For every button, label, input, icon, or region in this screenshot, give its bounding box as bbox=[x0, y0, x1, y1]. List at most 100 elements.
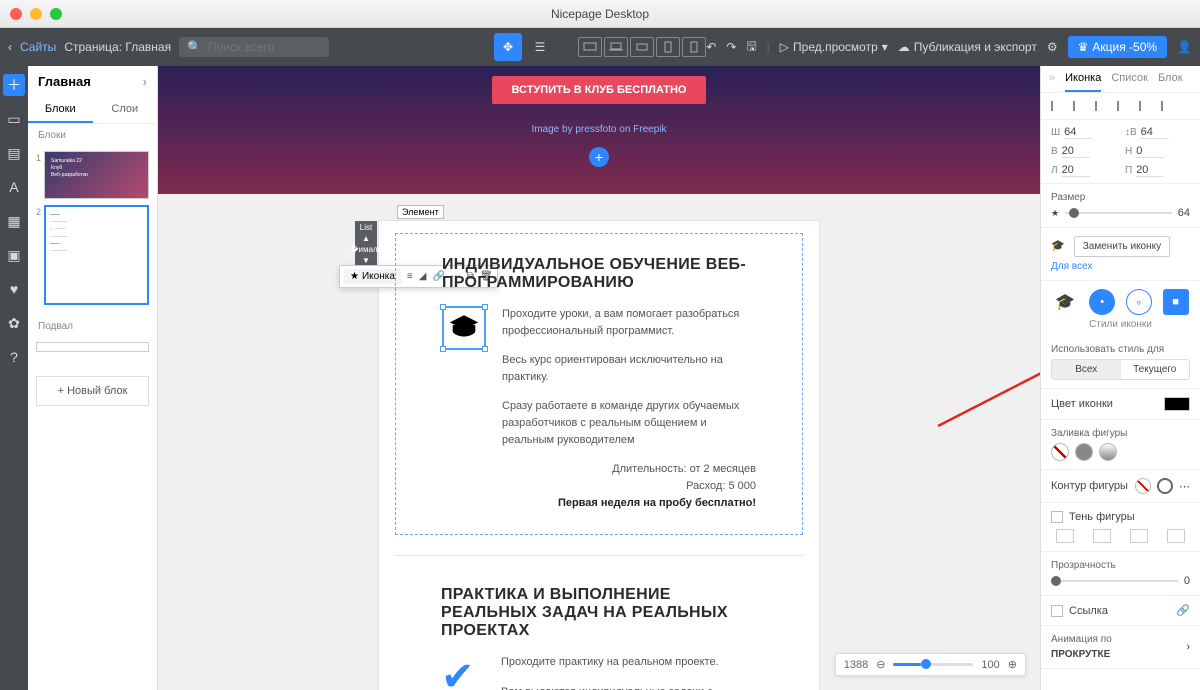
settings-icon[interactable]: ⚙ bbox=[1047, 40, 1058, 54]
card-title[interactable]: ПРАКТИКА И ВЫПОЛНЕНИЕ РЕАЛЬНЫХ ЗАДАЧ НА … bbox=[441, 586, 757, 640]
shadow-preset-4-icon[interactable] bbox=[1167, 529, 1185, 543]
image-tool-icon[interactable]: ▦ bbox=[3, 210, 25, 232]
promo-button[interactable]: ♛ Акция -50% bbox=[1068, 36, 1167, 58]
add-block-icon[interactable]: + bbox=[589, 147, 609, 167]
minimize-window-icon[interactable] bbox=[30, 8, 42, 20]
opacity-slider[interactable] bbox=[1051, 580, 1178, 582]
maximize-window-icon[interactable] bbox=[50, 8, 62, 20]
tab-layers[interactable]: Слои bbox=[93, 97, 158, 123]
preset-outline-circle-icon[interactable]: ∘ bbox=[1126, 289, 1152, 315]
block-thumbnail-2[interactable]: ━━━━──────✓ ──────────━━━━────── bbox=[44, 205, 149, 305]
preset-filled-circle-icon[interactable]: • bbox=[1089, 289, 1115, 315]
fill-solid-icon[interactable] bbox=[1075, 443, 1093, 461]
move-tool-button[interactable]: ✥ bbox=[494, 33, 522, 61]
drag-icon[interactable]: �ималь bbox=[350, 245, 381, 254]
shadow-preset-2-icon[interactable] bbox=[1093, 529, 1111, 543]
link-checkbox[interactable] bbox=[1051, 605, 1063, 617]
canvas[interactable]: ВСТУПИТЬ В КЛУБ БЕСПЛАТНО Image by press… bbox=[158, 66, 1040, 690]
for-all-link[interactable]: Для всех bbox=[1051, 261, 1190, 272]
align-center-icon[interactable] bbox=[1073, 101, 1089, 111]
undo-icon[interactable]: ↶ bbox=[706, 40, 716, 54]
content-card-2[interactable]: ПРАКТИКА И ВЫПОЛНЕНИЕ РЕАЛЬНЫХ ЗАДАЧ НА … bbox=[395, 555, 803, 690]
tab-block-props[interactable]: Блок bbox=[1158, 72, 1183, 92]
width-input[interactable]: 64 bbox=[1064, 126, 1092, 139]
tab-list-props[interactable]: Список bbox=[1111, 72, 1148, 92]
size-slider[interactable] bbox=[1065, 212, 1172, 214]
shadow-preset-1-icon[interactable] bbox=[1056, 529, 1074, 543]
tab-blocks[interactable]: Блоки bbox=[28, 97, 93, 123]
favorite-tool-icon[interactable]: ♥ bbox=[3, 278, 25, 300]
preview-button[interactable]: ▷ Пред.просмотр ▾ bbox=[780, 40, 888, 54]
zoom-slider[interactable] bbox=[893, 663, 973, 666]
zoom-out-icon[interactable]: ⊖ bbox=[876, 658, 885, 671]
right-input[interactable]: 0 bbox=[1136, 145, 1164, 158]
resize-handle-icon[interactable] bbox=[440, 346, 446, 352]
device-desktop-icon[interactable] bbox=[578, 37, 602, 57]
scope-all-button[interactable]: Всех bbox=[1052, 360, 1121, 379]
move-down-icon[interactable]: ▼ bbox=[362, 256, 370, 265]
help-tool-icon[interactable]: ? bbox=[3, 346, 25, 368]
preset-filled-square-icon[interactable]: ■ bbox=[1163, 289, 1189, 315]
save-icon[interactable]: 🖫 bbox=[746, 37, 756, 58]
publish-button[interactable]: ☁ Публикация и экспорт bbox=[898, 40, 1037, 54]
hero-cta-button[interactable]: ВСТУПИТЬ В КЛУБ БЕСПЛАТНО bbox=[492, 76, 707, 104]
outline-more-icon[interactable]: ⋯ bbox=[1179, 480, 1190, 493]
align-top-icon[interactable] bbox=[1117, 101, 1133, 111]
chevron-right-icon[interactable]: › bbox=[143, 74, 147, 89]
hero-section[interactable]: ВСТУПИТЬ В КЛУБ БЕСПЛАТНО Image by press… bbox=[158, 66, 1040, 194]
checkmark-icon[interactable]: ✔ bbox=[441, 654, 485, 690]
device-tablet-portrait-icon[interactable] bbox=[656, 37, 680, 57]
opacity-value[interactable]: 0 bbox=[1184, 575, 1190, 587]
block-thumbnail-1[interactable]: Samuraika 22 Клуб Веб-разработки bbox=[44, 151, 149, 199]
preset-plain-icon[interactable]: 🎓 bbox=[1052, 289, 1078, 315]
add-tool-icon[interactable]: ＋ bbox=[3, 74, 25, 96]
card-title[interactable]: ИНДИВИДУАЛЬНОЕ ОБУЧЕНИЕ ВЕБ-ПРОГРАММИРОВ… bbox=[442, 256, 756, 292]
fill-none-icon[interactable] bbox=[1051, 443, 1069, 461]
text-tool-icon[interactable]: A bbox=[3, 176, 25, 198]
icon-color-swatch[interactable] bbox=[1164, 397, 1190, 411]
fill-gradient-icon[interactable] bbox=[1099, 443, 1117, 461]
animation-section[interactable]: Анимация по ПРОКРУТКЕ › bbox=[1041, 626, 1200, 669]
redo-icon[interactable]: ↷ bbox=[726, 40, 736, 54]
tab-icon-props[interactable]: Иконка bbox=[1065, 72, 1101, 92]
outline-tool-button[interactable]: ☰ bbox=[526, 33, 554, 61]
footer-thumbnail[interactable] bbox=[36, 342, 149, 352]
page-tool-icon[interactable]: ▭ bbox=[3, 108, 25, 130]
top-input[interactable]: 20 bbox=[1062, 145, 1090, 158]
back-chevron-icon[interactable]: ‹ bbox=[8, 40, 12, 54]
bottom-input[interactable]: 20 bbox=[1136, 164, 1164, 177]
close-window-icon[interactable] bbox=[10, 8, 22, 20]
page-block[interactable]: Элемент List ▲ �ималь ▼ ★ Иконка ≡ ◢ 🔗 ⋯… bbox=[378, 220, 820, 690]
shadow-preset-3-icon[interactable] bbox=[1130, 529, 1148, 543]
align-right-icon[interactable] bbox=[1095, 101, 1111, 111]
scope-current-button[interactable]: Текущего bbox=[1121, 360, 1190, 379]
device-laptop-icon[interactable] bbox=[604, 37, 628, 57]
move-up-icon[interactable]: ▲ bbox=[362, 234, 370, 243]
sites-link[interactable]: Сайты bbox=[20, 40, 56, 54]
size-value[interactable]: 64 bbox=[1178, 207, 1190, 219]
section-tool-icon[interactable]: ▤ bbox=[3, 142, 25, 164]
search-input[interactable] bbox=[208, 40, 321, 54]
device-tablet-landscape-icon[interactable] bbox=[630, 37, 654, 57]
outline-solid-icon[interactable] bbox=[1157, 478, 1173, 494]
content-card-1[interactable]: ИНДИВИДУАЛЬНОЕ ОБУЧЕНИЕ ВЕБ-ПРОГРАММИРОВ… bbox=[395, 233, 803, 535]
card-body[interactable]: Проходите уроки, а вам помогает разобрат… bbox=[502, 306, 756, 512]
left-input[interactable]: 20 bbox=[1062, 164, 1090, 177]
resize-handle-icon[interactable] bbox=[482, 304, 488, 310]
resize-handle-icon[interactable] bbox=[482, 346, 488, 352]
collapse-icon[interactable]: » bbox=[1049, 72, 1055, 92]
align-left-icon[interactable] bbox=[1051, 101, 1067, 111]
settings-tool-icon[interactable]: ✿ bbox=[3, 312, 25, 334]
media-tool-icon[interactable]: ▣ bbox=[3, 244, 25, 266]
user-icon[interactable]: 👤 bbox=[1177, 40, 1192, 54]
zoom-in-icon[interactable]: ⊕ bbox=[1008, 658, 1017, 671]
height-input[interactable]: 64 bbox=[1141, 126, 1169, 139]
align-middle-icon[interactable] bbox=[1139, 101, 1155, 111]
align-bottom-icon[interactable] bbox=[1161, 101, 1177, 111]
outline-none-icon[interactable] bbox=[1135, 478, 1151, 494]
change-icon-button[interactable]: Заменить иконку bbox=[1074, 236, 1170, 257]
resize-handle-icon[interactable] bbox=[440, 304, 446, 310]
link-icon[interactable]: 🔗 bbox=[1176, 604, 1190, 617]
card-body[interactable]: Проходите практику на реальном проекте. … bbox=[501, 654, 757, 690]
device-phone-icon[interactable] bbox=[682, 37, 706, 57]
